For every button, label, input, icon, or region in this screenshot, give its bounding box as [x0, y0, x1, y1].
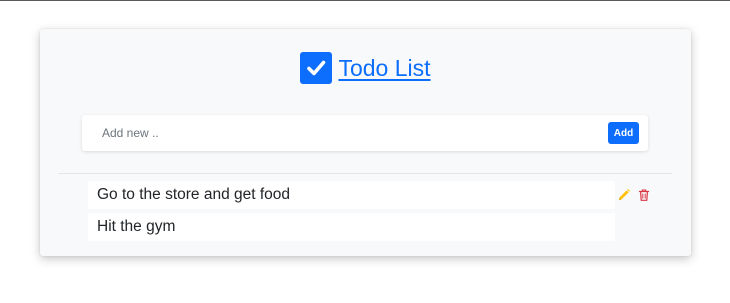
page-title-link[interactable]: Todo List	[338, 55, 430, 82]
todo-text: Hit the gym	[97, 218, 176, 235]
trash-icon[interactable]	[637, 188, 651, 202]
todo-item: Go to the store and get food	[88, 181, 658, 209]
todo-text-box: Go to the store and get food	[88, 181, 615, 209]
todo-list: Go to the store and get food Hit the gym	[88, 181, 658, 245]
todo-card: Todo List Add Go to the store and get fo…	[40, 29, 691, 256]
window-top-border	[0, 0, 730, 1]
check-square-icon	[300, 52, 333, 84]
new-todo-input[interactable]	[102, 123, 582, 143]
add-todo-form: Add	[82, 115, 648, 151]
add-button[interactable]: Add	[608, 122, 639, 144]
title-row: Todo List	[40, 51, 691, 85]
todo-item: Hit the gym	[88, 213, 658, 241]
todo-text: Go to the store and get food	[97, 186, 291, 203]
pencil-icon[interactable]	[617, 188, 631, 202]
divider	[58, 173, 672, 174]
todo-text-box: Hit the gym	[88, 213, 615, 241]
